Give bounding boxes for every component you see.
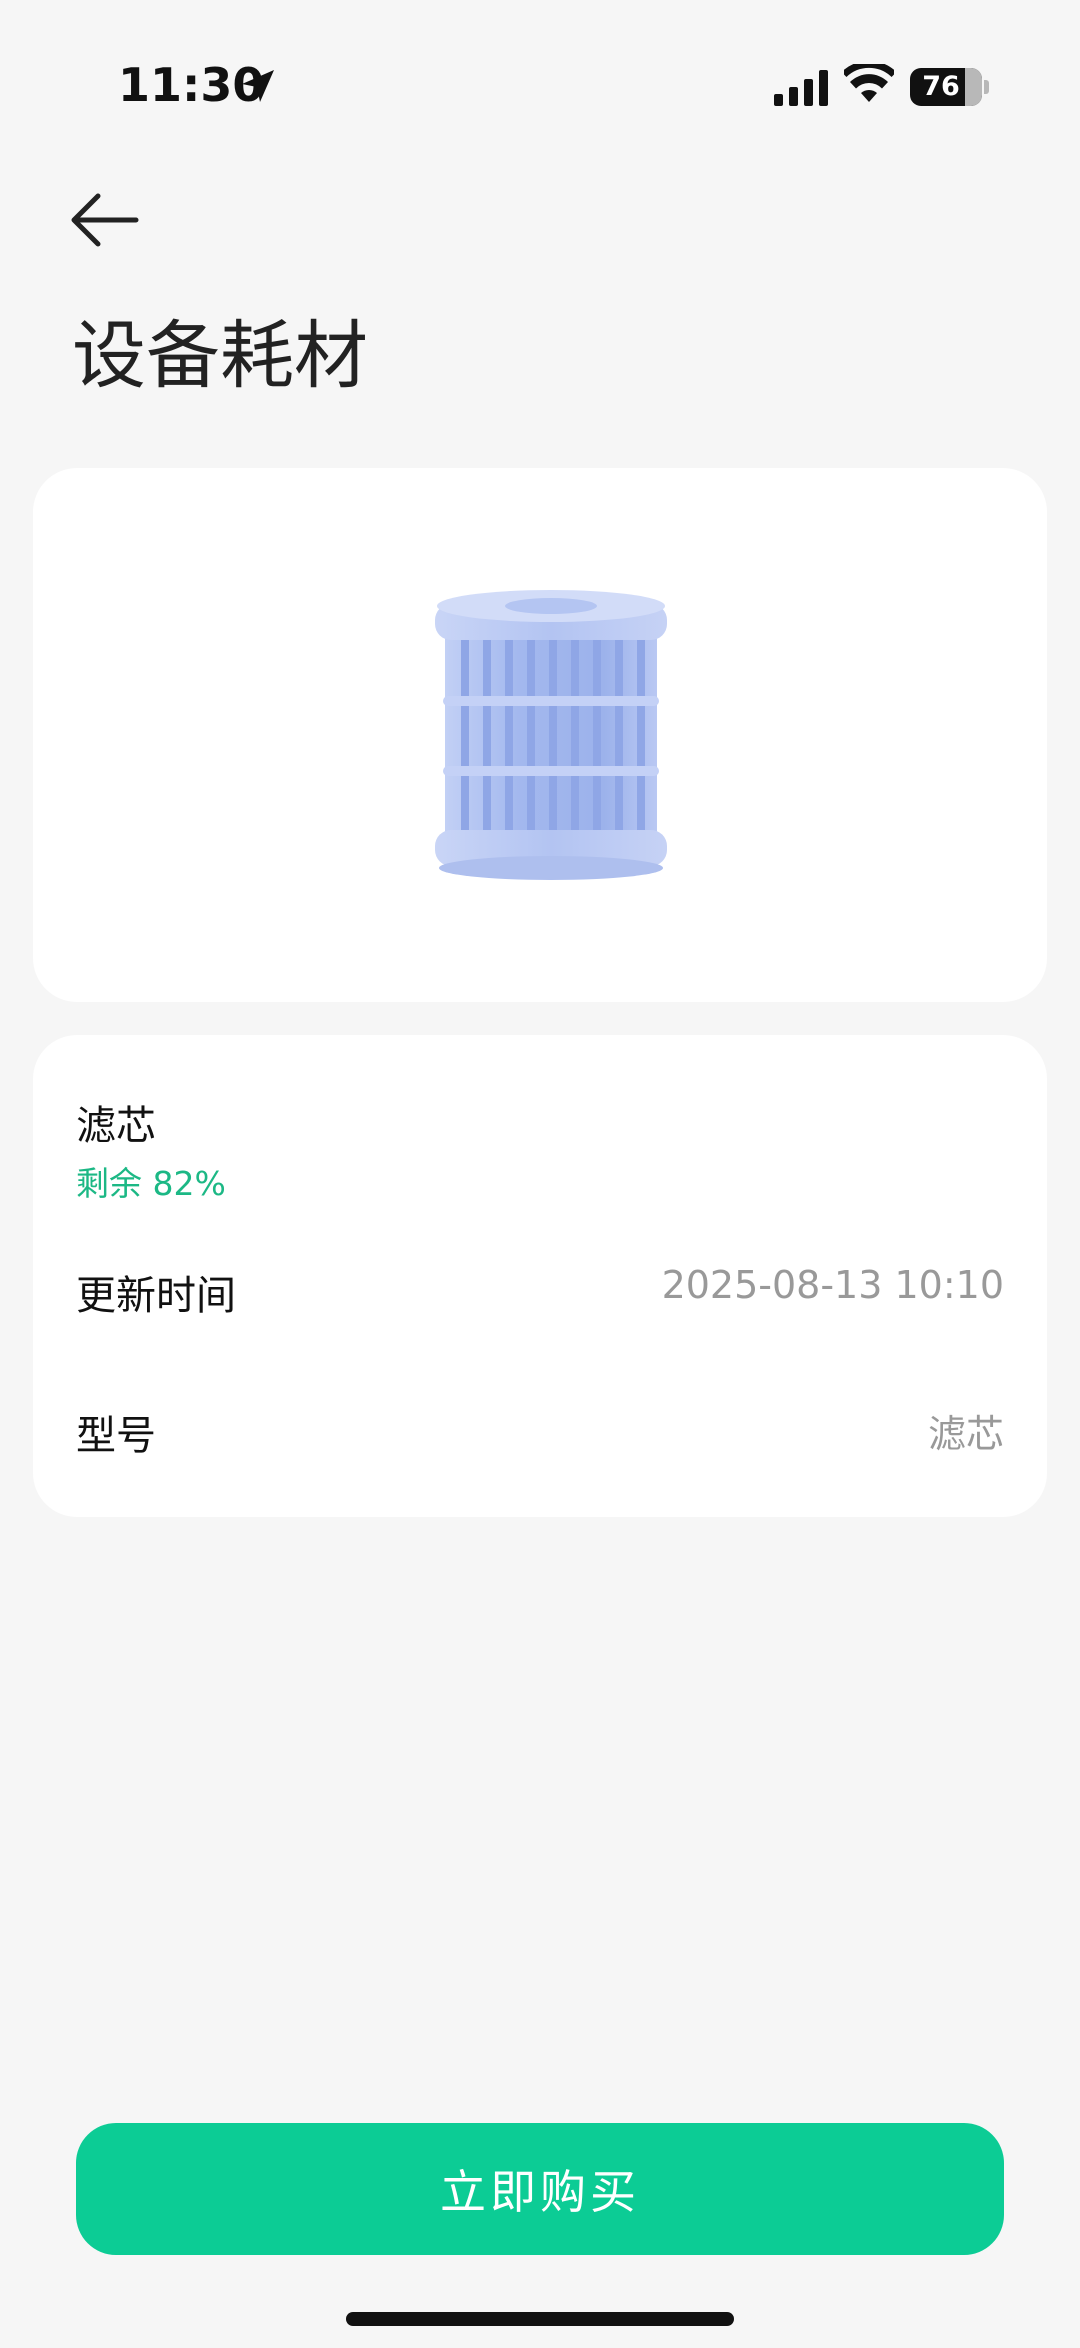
model-row: 型号 滤芯 — [76, 1403, 1004, 1461]
battery-cap — [984, 80, 989, 94]
page-title: 设备耗材 — [72, 313, 368, 399]
battery-icon: 76 — [910, 68, 982, 106]
update-time-row: 更新时间 2025-08-13 10:10 — [76, 1263, 1004, 1321]
filter-cartridge-image — [435, 590, 667, 880]
model-value: 滤芯 — [927, 1412, 1004, 1456]
filter-status-row: 滤芯 剩余 82% — [76, 1093, 1004, 1205]
status-bar: 11:30 76 — [0, 0, 1080, 150]
home-indicator[interactable] — [346, 2312, 734, 2326]
cellular-signal-icon — [774, 70, 828, 106]
wifi-icon — [844, 64, 894, 102]
back-button[interactable] — [70, 188, 140, 252]
product-image-card — [33, 468, 1047, 1002]
remaining-status: 剩余 82% — [76, 1164, 226, 1203]
location-arrow-icon — [242, 70, 274, 102]
arrow-left-icon — [71, 193, 139, 247]
update-time-label: 更新时间 — [76, 1273, 236, 1319]
consumable-info-card: 滤芯 剩余 82% 更新时间 2025-08-13 10:10 型号 滤芯 — [33, 1035, 1047, 1517]
model-label: 型号 — [76, 1413, 156, 1459]
battery-percent: 76 — [922, 71, 960, 102]
consumable-name: 滤芯 — [76, 1103, 156, 1149]
buy-now-button[interactable]: 立即购买 — [76, 2123, 1004, 2255]
update-time-value: 2025-08-13 10:10 — [661, 1263, 1004, 1307]
